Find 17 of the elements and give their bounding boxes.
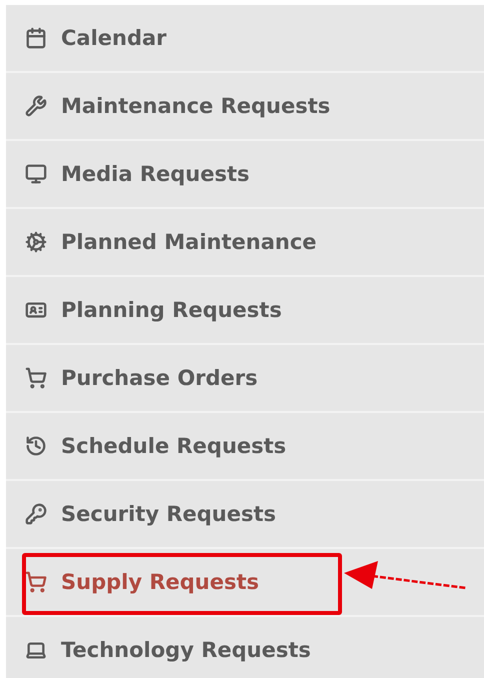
key-icon bbox=[25, 503, 47, 525]
monitor-icon bbox=[25, 163, 47, 185]
menu-item[interactable]: Security Requests bbox=[25, 498, 276, 530]
calendar-icon bbox=[25, 27, 47, 49]
menu-item[interactable]: Maintenance Requests bbox=[25, 90, 330, 122]
menu-item[interactable]: Technology Requests bbox=[25, 634, 311, 666]
wrench-icon bbox=[25, 95, 47, 117]
history-icon bbox=[25, 435, 47, 457]
cart-icon bbox=[25, 571, 47, 593]
menu-item[interactable]: Schedule Requests bbox=[25, 430, 286, 462]
menu-item[interactable]: Media Requests bbox=[25, 158, 250, 190]
cart-icon bbox=[25, 367, 47, 389]
menu-item[interactable]: Planning Requests bbox=[25, 294, 282, 326]
menu-item[interactable]: Planned Maintenance bbox=[25, 226, 317, 258]
menu-item[interactable]: Supply Requests bbox=[25, 566, 260, 598]
menu-item[interactable]: Calendar bbox=[25, 22, 167, 54]
menu-item[interactable]: Purchase Orders bbox=[25, 362, 258, 394]
